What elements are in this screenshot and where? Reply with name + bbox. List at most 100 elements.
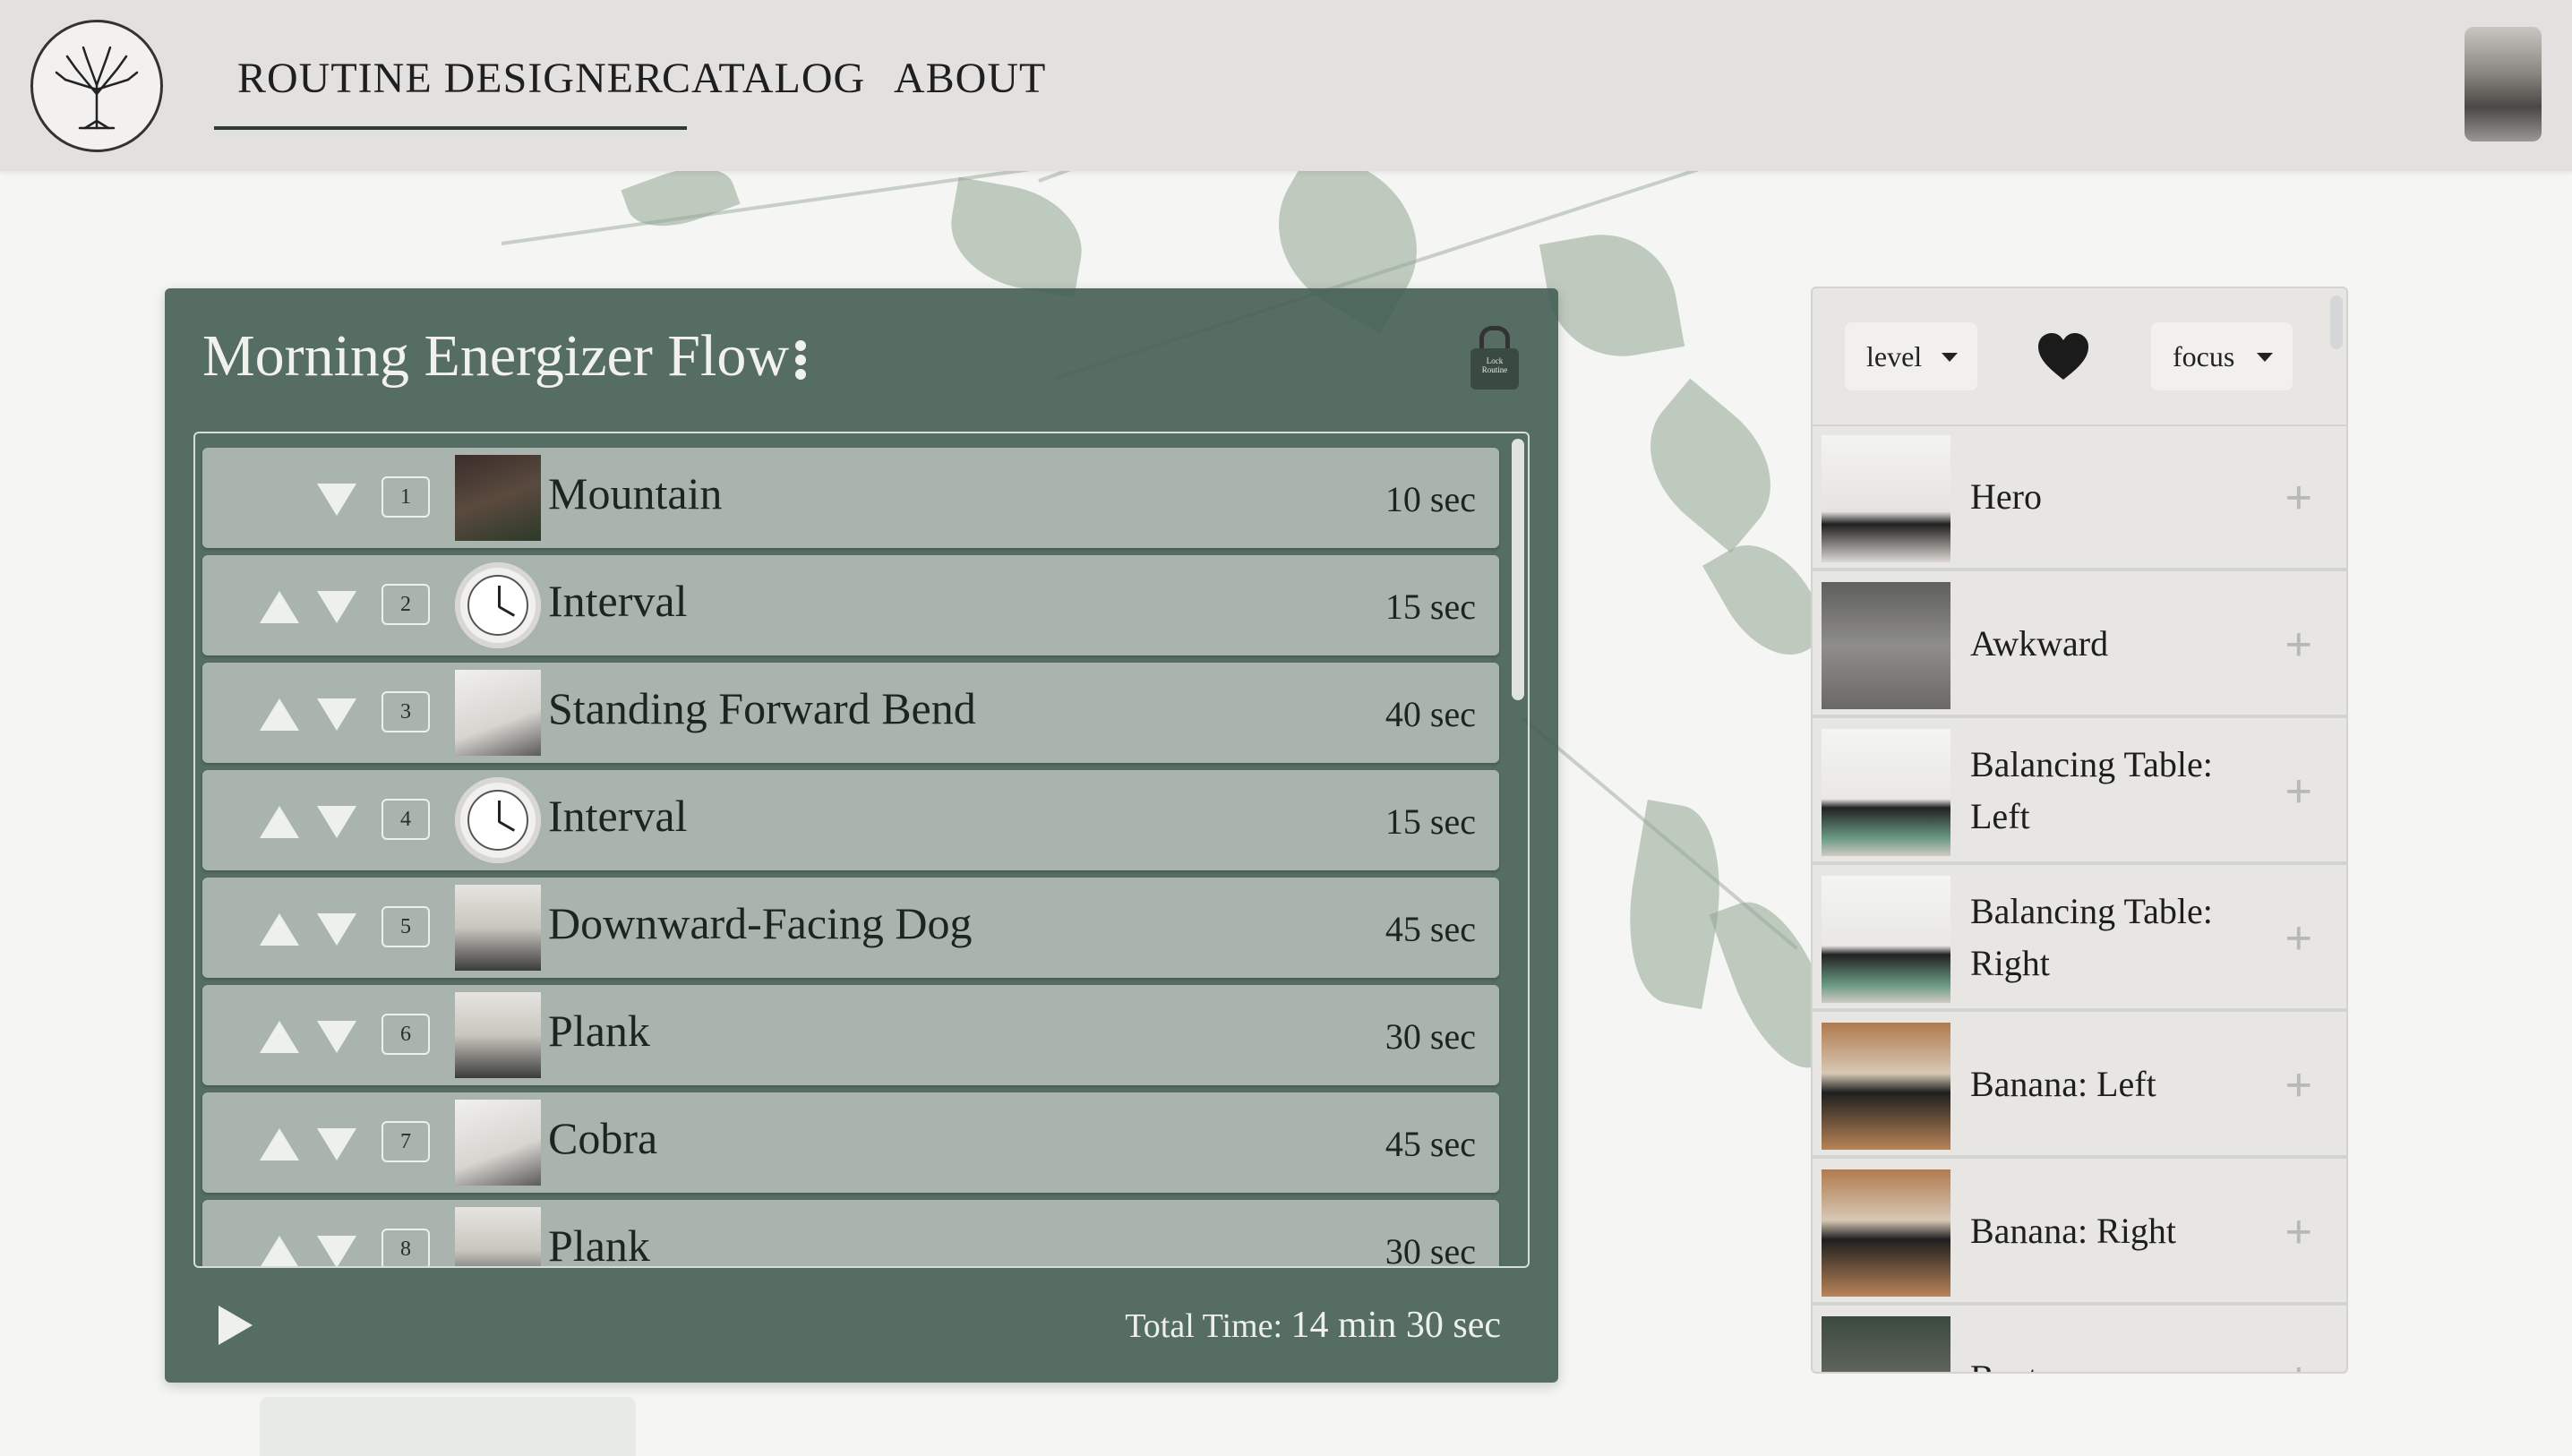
top-nav: ROUTINE DESIGNER CATALOG ABOUT: [0, 0, 2572, 171]
move-up-icon[interactable]: [260, 591, 299, 623]
routine-title[interactable]: Morning Energizer Flow: [202, 322, 789, 390]
level-dropdown[interactable]: level: [1845, 322, 1977, 390]
pose-name: Plank: [548, 1220, 650, 1268]
routine-step-row[interactable]: 1 Mountain 10 sec: [202, 448, 1499, 548]
move-down-icon[interactable]: [317, 913, 356, 946]
add-icon[interactable]: +: [2285, 618, 2312, 672]
move-up-icon[interactable]: [260, 1236, 299, 1266]
add-icon[interactable]: +: [2285, 765, 2312, 818]
pose-catalog-panel: level focus Hero + Awkward + Balancing T…: [1811, 287, 2348, 1374]
pose-thumbnail: [1822, 1169, 1950, 1297]
pose-name: Plank: [548, 1006, 650, 1056]
routine-step-row[interactable]: 8 Plank 30 sec: [202, 1200, 1499, 1268]
step-number: 5: [382, 906, 430, 947]
routine-step-row[interactable]: 7 Cobra 45 sec: [202, 1092, 1499, 1193]
add-icon[interactable]: +: [2285, 1058, 2312, 1112]
catalog-item[interactable]: Awkward +: [1813, 573, 2346, 718]
lock-icon: [1479, 326, 1510, 350]
catalog-item[interactable]: Banana: Left +: [1813, 1014, 2346, 1159]
add-icon[interactable]: +: [2285, 471, 2312, 525]
move-down-icon[interactable]: [317, 1128, 356, 1161]
pose-thumbnail: [1822, 729, 1950, 856]
move-down-icon[interactable]: [317, 1021, 356, 1053]
catalog-item[interactable]: Banana: Right +: [1813, 1161, 2346, 1306]
pose-thumbnail: [1822, 582, 1950, 709]
clock-icon: [455, 777, 541, 863]
nav-catalog[interactable]: CATALOG: [662, 54, 865, 103]
step-duration[interactable]: 15 sec: [1385, 801, 1476, 843]
routine-step-row[interactable]: 6 Plank 30 sec: [202, 985, 1499, 1085]
pose-name: Mountain: [548, 468, 723, 518]
more-options-icon[interactable]: [795, 340, 806, 380]
routine-step-row[interactable]: 4 Interval 15 sec: [202, 770, 1499, 870]
pose-name: Downward-Facing Dog: [548, 898, 973, 948]
step-duration[interactable]: 45 sec: [1385, 1123, 1476, 1165]
move-up-icon[interactable]: [260, 698, 299, 731]
tree-logo-icon[interactable]: [30, 20, 163, 152]
move-up-icon[interactable]: [260, 1128, 299, 1161]
pose-thumbnail: [1822, 1316, 1950, 1372]
step-number: 4: [382, 799, 430, 840]
catalog-scrollbar[interactable]: [2330, 295, 2343, 349]
pose-thumbnail: [455, 1207, 541, 1266]
move-down-icon[interactable]: [317, 1236, 356, 1266]
catalog-item[interactable]: Hero +: [1813, 426, 2346, 571]
add-icon[interactable]: +: [2285, 1205, 2312, 1259]
catalog-item[interactable]: Boat +: [1813, 1307, 2346, 1372]
total-time-label: Total Time:: [1125, 1307, 1283, 1345]
catalog-filters: level focus: [1813, 288, 2346, 426]
user-avatar[interactable]: [2465, 27, 2542, 141]
total-time-value: 14 min 30 sec: [1290, 1305, 1501, 1346]
step-number: 2: [382, 584, 430, 625]
pose-name: Interval: [548, 576, 688, 626]
pose-thumbnail: [455, 1100, 541, 1186]
move-down-icon[interactable]: [317, 806, 356, 838]
catalog-item-name: Awkward: [1970, 623, 2109, 664]
list-scrollbar[interactable]: [1512, 439, 1524, 700]
routine-step-row[interactable]: 5 Downward-Facing Dog 45 sec: [202, 878, 1499, 978]
step-duration[interactable]: 30 sec: [1385, 1230, 1476, 1266]
nav-routine-designer[interactable]: ROUTINE DESIGNER: [214, 54, 687, 130]
move-down-icon[interactable]: [317, 698, 356, 731]
catalog-item-name: Banana: Right: [1970, 1211, 2176, 1251]
lock-label-2: Routine: [1481, 364, 1508, 374]
catalog-item[interactable]: Balancing Table: Left +: [1813, 720, 2346, 865]
step-number: 7: [382, 1121, 430, 1162]
step-duration[interactable]: 15 sec: [1385, 586, 1476, 628]
catalog-item-name: Banana: Left: [1970, 1064, 2156, 1104]
favorite-heart-icon[interactable]: [2036, 331, 2090, 381]
move-down-icon[interactable]: [317, 591, 356, 623]
routine-panel: Morning Energizer Flow Lock Routine 1 Mo…: [165, 288, 1558, 1383]
focus-dropdown[interactable]: focus: [2151, 322, 2293, 390]
step-duration[interactable]: 10 sec: [1385, 478, 1476, 520]
play-icon[interactable]: [219, 1306, 253, 1345]
add-icon[interactable]: +: [2285, 1352, 2312, 1372]
move-up-icon[interactable]: [260, 913, 299, 946]
catalog-item-name: Hero: [1970, 476, 2042, 517]
move-up-icon[interactable]: [260, 1021, 299, 1053]
step-duration[interactable]: 45 sec: [1385, 908, 1476, 950]
step-duration[interactable]: 40 sec: [1385, 693, 1476, 735]
step-duration[interactable]: 30 sec: [1385, 1015, 1476, 1058]
move-down-icon[interactable]: [317, 484, 356, 516]
routine-step-row[interactable]: 3 Standing Forward Bend 40 sec: [202, 663, 1499, 763]
pose-thumbnail: [1822, 876, 1950, 1003]
catalog-item-name: Balancing Table: Left: [1970, 744, 2213, 836]
pose-name: Cobra: [548, 1113, 658, 1163]
routine-step-row[interactable]: 2 Interval 15 sec: [202, 555, 1499, 655]
lock-routine-button[interactable]: Lock Routine: [1469, 326, 1521, 392]
move-up-icon[interactable]: [260, 806, 299, 838]
step-number: 8: [382, 1229, 430, 1266]
nav-about[interactable]: ABOUT: [894, 54, 1046, 103]
catalog-item-name: Boat: [1970, 1307, 2239, 1372]
step-number: 6: [382, 1014, 430, 1055]
routine-step-list[interactable]: 1 Mountain 10 sec 2 Interval 15 sec 3 St…: [193, 432, 1530, 1268]
pose-thumbnail: [1822, 435, 1950, 562]
add-icon[interactable]: +: [2285, 912, 2312, 965]
pose-thumbnail: [455, 670, 541, 756]
pose-name: Interval: [548, 791, 688, 841]
pose-thumbnail: [455, 992, 541, 1078]
catalog-item[interactable]: Balancing Table: Right +: [1813, 867, 2346, 1012]
total-time: Total Time: 14 min 30 sec: [1125, 1304, 1501, 1347]
pose-name: Standing Forward Bend: [548, 683, 976, 733]
